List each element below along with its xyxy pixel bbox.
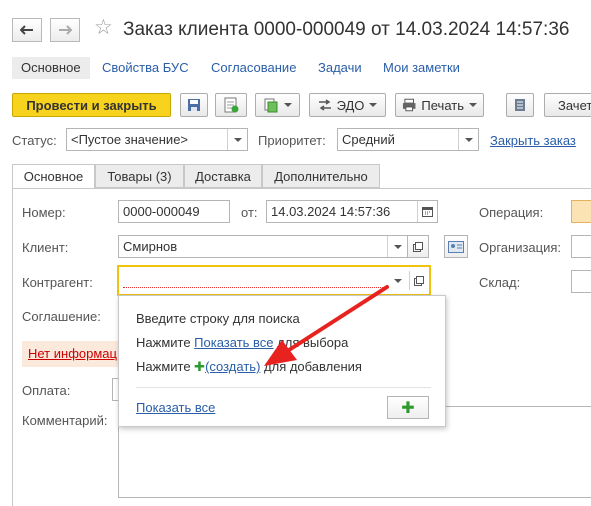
save-button[interactable]: [180, 93, 208, 117]
post-and-close-label: Провести и закрыть: [26, 97, 157, 113]
page-title: Заказ клиента 0000-000049 от 14.03.2024 …: [123, 19, 570, 40]
post-document-icon: [224, 97, 239, 113]
edo-button[interactable]: ЭДО: [309, 93, 386, 117]
client-input[interactable]: Смирнов: [118, 235, 408, 258]
subtab-tasks[interactable]: Задачи: [318, 57, 362, 79]
list-report-icon: [515, 99, 525, 111]
warning-text: Нет информац: [28, 346, 117, 361]
popup-hint-show-all: Нажмите Показать все для выбора: [136, 335, 348, 350]
popup-hint-suffix: для добавления: [260, 359, 362, 374]
chevron-down-icon: [284, 103, 292, 107]
organization-select[interactable]: [571, 235, 591, 258]
priority-label: Приоритет:: [258, 133, 326, 148]
status-dropdown-button[interactable]: [227, 129, 247, 150]
popup-hint-create: Нажмите ✚(создать) для добавления: [136, 359, 362, 375]
print-label: Печать: [421, 97, 464, 113]
chevron-down-icon: [233, 137, 242, 142]
popup-add-button[interactable]: ✚: [387, 396, 429, 419]
operation-label: Операция:: [479, 205, 544, 220]
date-input[interactable]: 14.03.2024 14:57:36: [266, 200, 438, 223]
calendar-icon: [422, 207, 433, 217]
popup-divider: [136, 387, 431, 388]
offset-label: Зачет: [558, 97, 591, 113]
post-and-close-button[interactable]: Провести и закрыть: [12, 93, 171, 117]
counterparty-required-underline: [123, 287, 385, 288]
edo-label: ЭДО: [336, 97, 365, 113]
popup-show-all-link[interactable]: Показать все: [136, 400, 215, 415]
agreement-label: Соглашение:: [22, 309, 101, 324]
print-button[interactable]: Печать: [395, 93, 484, 117]
number-value: 0000-000049: [123, 204, 200, 219]
popup-create-link[interactable]: (создать): [205, 359, 260, 374]
calendar-button[interactable]: [417, 201, 437, 222]
client-value: Смирнов: [123, 239, 178, 254]
warehouse-label: Склад:: [479, 275, 521, 290]
subtab-main[interactable]: Основное: [12, 57, 90, 79]
warehouse-select[interactable]: [571, 270, 591, 293]
back-button[interactable]: [12, 18, 42, 42]
priority-select[interactable]: Средний: [337, 128, 479, 151]
contact-card-icon: [448, 240, 464, 253]
close-order-link[interactable]: Закрыть заказ: [490, 133, 576, 148]
printer-icon: [402, 98, 416, 112]
tab-delivery[interactable]: Доставка: [184, 164, 262, 188]
plus-icon: ✚: [401, 399, 415, 417]
comment-label: Комментарий:: [22, 413, 108, 428]
organization-label: Организация:: [479, 240, 562, 255]
chevron-down-icon: [469, 103, 477, 107]
edo-exchange-icon: [318, 99, 331, 111]
plus-icon: ✚: [194, 359, 206, 374]
chevron-down-icon: [394, 278, 402, 283]
priority-value: Средний: [342, 132, 395, 147]
client-card-button[interactable]: [444, 235, 468, 258]
popup-show-all-inline-link[interactable]: Показать все: [194, 335, 273, 350]
subtab-approval[interactable]: Согласование: [211, 57, 296, 79]
status-value: <Пустое значение>: [71, 132, 189, 147]
favorite-star-icon[interactable]: ☆: [94, 16, 113, 40]
client-open-button[interactable]: [407, 235, 429, 258]
tab-main[interactable]: Основное: [12, 164, 95, 189]
subtab-bus-properties[interactable]: Свойства БУС: [102, 57, 189, 79]
arrow-right-icon: [59, 25, 72, 35]
no-info-warning[interactable]: Нет информац: [22, 341, 118, 367]
chevron-down-icon: [464, 137, 473, 142]
tab-goods[interactable]: Товары (3): [95, 164, 184, 188]
popup-hint-prefix: Нажмите: [136, 335, 195, 350]
status-select[interactable]: <Пустое значение>: [66, 128, 248, 151]
popup-hint-prefix: Нажмите: [136, 359, 195, 374]
counterparty-input[interactable]: [117, 265, 431, 296]
floppy-disk-icon: [188, 99, 200, 111]
post-button[interactable]: [215, 93, 247, 117]
offset-button[interactable]: Зачет: [544, 93, 591, 117]
popup-hint-search: Введите строку для поиска: [136, 311, 300, 326]
status-label: Статус:: [12, 133, 57, 148]
date-from-label: от:: [241, 205, 258, 220]
create-based-on-button[interactable]: [255, 93, 300, 117]
date-value: 14.03.2024 14:57:36: [271, 204, 391, 219]
counterparty-dropdown-popup: Введите строку для поиска Нажмите Показа…: [118, 295, 446, 427]
number-label: Номер:: [22, 205, 66, 220]
payment-label: Оплата:: [22, 383, 71, 398]
chevron-down-icon: [369, 103, 378, 107]
popup-hint-suffix: для выбора: [273, 335, 349, 350]
counterparty-label: Контрагент:: [22, 275, 93, 290]
client-dropdown-button[interactable]: [387, 236, 407, 257]
subtab-my-notes[interactable]: Мои заметки: [383, 57, 460, 79]
open-window-icon: [413, 275, 424, 286]
client-label: Клиент:: [22, 240, 69, 255]
documents-green-icon: [264, 98, 278, 113]
number-input[interactable]: 0000-000049: [118, 200, 230, 223]
counterparty-dropdown-button[interactable]: [389, 271, 407, 290]
forward-button[interactable]: [50, 18, 80, 42]
tab-additional[interactable]: Дополнительно: [262, 164, 380, 188]
counterparty-open-button[interactable]: [409, 271, 427, 290]
operation-select[interactable]: [571, 200, 591, 223]
chevron-down-icon: [393, 244, 402, 249]
open-window-icon: [413, 241, 423, 252]
priority-dropdown-button[interactable]: [458, 129, 478, 150]
report-button[interactable]: [506, 93, 534, 117]
arrow-left-icon: [20, 25, 33, 35]
